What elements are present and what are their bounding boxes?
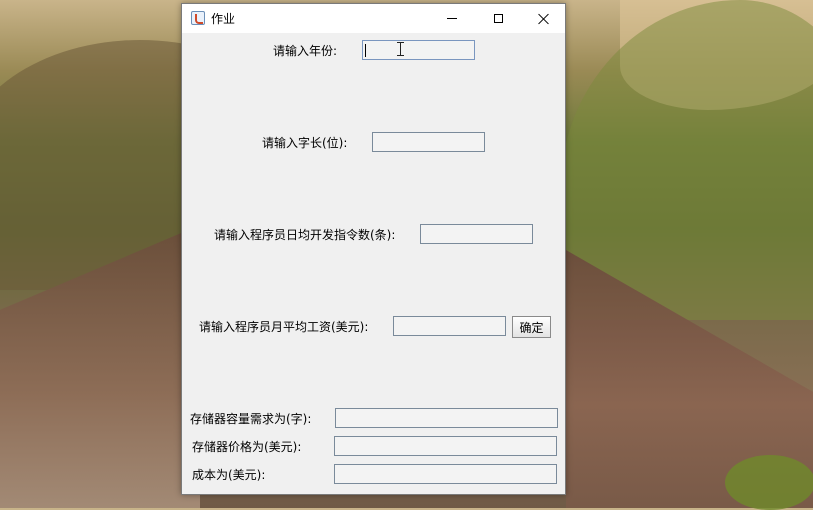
- cost-label: 成本为(美元):: [192, 468, 266, 482]
- wallpaper-great-wall-right: [566, 250, 813, 508]
- salary-input[interactable]: [393, 316, 506, 336]
- year-input[interactable]: [362, 40, 475, 60]
- ibeam-cursor-icon: [397, 42, 404, 56]
- wallpaper-great-wall-left: [0, 225, 200, 508]
- app-window: 作业 请输入年份: 请输入字长(位): 请输入程序员日均开发指令数(条): 请输…: [181, 3, 566, 495]
- close-button[interactable]: [521, 4, 567, 33]
- instructions-input[interactable]: [420, 224, 533, 244]
- wallpaper-sky: [620, 0, 813, 110]
- minimize-button[interactable]: [429, 4, 475, 33]
- java-coffee-icon: [191, 11, 205, 25]
- maximize-icon: [493, 14, 503, 23]
- close-icon: [538, 13, 550, 25]
- wallpaper-bush: [725, 455, 813, 510]
- salary-label: 请输入程序员月平均工资(美元):: [199, 320, 369, 334]
- confirm-button[interactable]: 确定: [512, 316, 551, 338]
- instructions-label: 请输入程序员日均开发指令数(条):: [214, 228, 396, 242]
- memory-requirement-label: 存储器容量需求为(字):: [190, 412, 312, 426]
- text-caret: [365, 44, 366, 57]
- cost-output[interactable]: [334, 464, 557, 484]
- memory-price-output[interactable]: [334, 436, 557, 456]
- memory-requirement-output[interactable]: [335, 408, 558, 428]
- memory-price-label: 存储器价格为(美元):: [192, 440, 302, 454]
- word-length-input[interactable]: [372, 132, 485, 152]
- year-label: 请输入年份:: [273, 44, 338, 58]
- title-bar[interactable]: 作业: [182, 4, 565, 33]
- word-length-label: 请输入字长(位):: [262, 136, 348, 150]
- wallpaper-mountain-right: [560, 0, 813, 320]
- minimize-icon: [447, 18, 457, 19]
- window-title: 作业: [211, 12, 236, 26]
- maximize-button[interactable]: [475, 4, 521, 33]
